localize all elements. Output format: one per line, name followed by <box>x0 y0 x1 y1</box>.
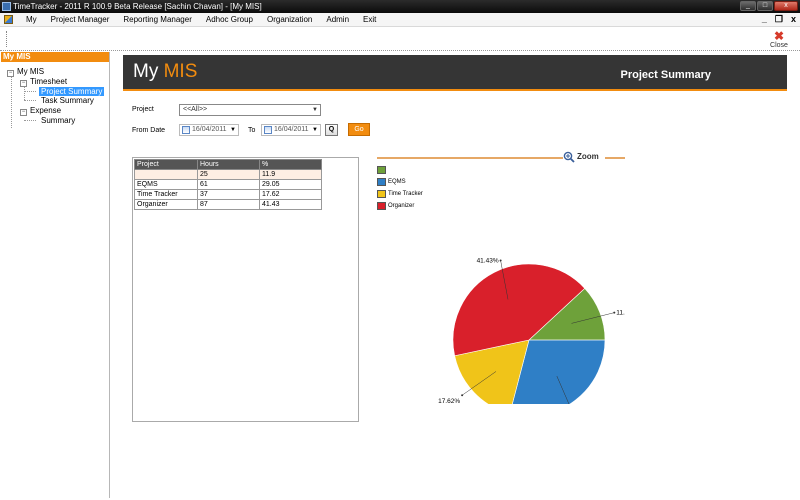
cell-project: EQMS <box>134 179 198 190</box>
menu-bar: My Project Manager Reporting Manager Adh… <box>0 13 800 27</box>
minimize-button[interactable]: _ <box>740 1 756 11</box>
table-header-row: Project Hours % <box>134 159 322 170</box>
pie-data-label: 41.43% <box>477 258 499 265</box>
project-select[interactable]: <<All>> ▼ <box>179 104 321 116</box>
table-row[interactable]: Organizer 87 41.43 <box>134 199 322 210</box>
chevron-down-icon: ▼ <box>312 107 318 113</box>
calendar-icon <box>264 126 272 134</box>
menu-admin[interactable]: Admin <box>319 15 356 24</box>
from-date-label: From Date <box>132 127 166 134</box>
table-row[interactable]: EQMS 61 29.05 <box>134 179 322 190</box>
summary-table: Project Hours % 25 11.9 EQMS 61 29.05 Ti… <box>134 159 322 210</box>
table-row[interactable]: Time Tracker 37 17.62 <box>134 189 322 200</box>
chevron-down-icon: ▼ <box>230 127 236 133</box>
from-date-picker[interactable]: 16/04/2011 ▼ <box>179 124 239 136</box>
tree-line <box>24 91 36 92</box>
column-header-project[interactable]: Project <box>134 159 198 170</box>
go-button[interactable]: Go <box>348 123 370 136</box>
tree-node-project-summary[interactable]: Project Summary <box>39 87 105 96</box>
menu-my[interactable]: My <box>19 15 44 24</box>
project-label: Project <box>132 106 154 113</box>
collapse-icon[interactable]: − <box>20 80 27 87</box>
tree-node-timesheet[interactable]: − Timesheet <box>20 77 67 87</box>
cell-percent: 11.9 <box>259 169 322 180</box>
tree-node-summary[interactable]: Summary <box>41 116 75 125</box>
close-icon: ✖ <box>773 29 785 43</box>
cell-hours: 61 <box>197 179 260 190</box>
to-date-value: 16/04/2011 <box>274 126 309 133</box>
title-bar: TimeTracker - 2011 R 100.9 Beta Release … <box>0 0 800 13</box>
menu-organization[interactable]: Organization <box>260 15 319 24</box>
tree-label: My MIS <box>17 67 45 76</box>
title-part-2: MIS <box>163 61 198 82</box>
cell-project: Organizer <box>134 199 198 210</box>
menu-project-manager[interactable]: Project Manager <box>44 15 117 24</box>
maximize-button[interactable]: □ <box>757 1 773 11</box>
project-select-value: <<All>> <box>183 106 208 113</box>
menu-reporting-manager[interactable]: Reporting Manager <box>116 15 198 24</box>
title-part-1: My <box>133 61 164 82</box>
close-window-button[interactable]: x <box>774 1 798 11</box>
collapse-icon[interactable]: − <box>20 109 27 116</box>
tree-line <box>24 100 36 101</box>
cell-percent: 17.62 <box>259 189 322 200</box>
tree-node-task-summary[interactable]: Task Summary <box>41 96 94 105</box>
mdi-close-button[interactable]: x <box>791 14 796 25</box>
pie-leader-dot <box>461 394 464 397</box>
tree-line <box>24 120 36 121</box>
page-subtitle: Project Summary <box>620 69 711 81</box>
column-header-hours[interactable]: Hours <box>197 159 260 170</box>
page-banner: My MIS Project Summary <box>123 55 787 91</box>
pie-data-label: 17.62% <box>438 398 460 404</box>
main-panel: My MIS Project Summary Project <<All>> ▼… <box>111 52 800 498</box>
tree-label: Summary <box>41 116 76 125</box>
pie-data-label: 11.90% <box>616 310 625 317</box>
cell-hours: 37 <box>197 189 260 200</box>
window-title: TimeTracker - 2011 R 100.9 Beta Release … <box>13 2 262 11</box>
tree-line <box>11 74 12 128</box>
tree-label: Task Summary <box>41 96 94 105</box>
cell-project <box>134 169 198 180</box>
cell-hours: 87 <box>197 199 260 210</box>
toolbar-grip <box>6 31 7 47</box>
to-date-label: To <box>248 127 256 134</box>
close-button[interactable]: ✖ Close <box>768 30 790 49</box>
pie-chart-area: Zoom EQMSTime TrackerOrganizer 11.90%29.… <box>375 151 625 404</box>
to-date-picker[interactable]: 16/04/2011 ▼ <box>261 124 321 136</box>
tree-label: Project Summary <box>39 87 105 96</box>
collapse-icon[interactable]: − <box>7 70 14 77</box>
cell-percent: 29.05 <box>259 179 322 190</box>
mdi-restore-button[interactable]: ❐ <box>775 14 783 25</box>
menu-exit[interactable]: Exit <box>356 15 383 24</box>
sidebar: My MIS − My MIS − Timesheet Project Summar… <box>1 52 110 498</box>
tree-label: Timesheet <box>30 77 68 86</box>
tree-node-expense[interactable]: − Expense <box>20 106 61 116</box>
summary-grid: Project Hours % 25 11.9 EQMS 61 29.05 Ti… <box>132 157 359 422</box>
pie-chart: 11.90%29.05%17.62%41.43% <box>438 258 625 404</box>
app-icon <box>2 2 11 11</box>
tree-label: Expense <box>30 106 62 115</box>
cell-percent: 41.43 <box>259 199 322 210</box>
toolbar: ✖ Close <box>0 27 800 51</box>
pie-leader-dot <box>613 311 616 314</box>
column-header-percent[interactable]: % <box>259 159 322 170</box>
pie-leader-dot <box>499 259 502 262</box>
calendar-icon <box>182 126 190 134</box>
mdi-minimize-button[interactable]: _ <box>762 14 767 25</box>
chevron-down-icon: ▼ <box>312 127 318 133</box>
menu-adhoc-group[interactable]: Adhoc Group <box>199 15 260 24</box>
close-label: Close <box>770 42 788 49</box>
q-button[interactable]: Q <box>325 124 338 136</box>
page-title: My MIS <box>133 61 197 83</box>
cell-hours: 25 <box>197 169 260 180</box>
sidebar-header: My MIS <box>1 52 109 62</box>
menu-app-icon[interactable] <box>4 15 13 24</box>
cell-project: Time Tracker <box>134 189 198 200</box>
from-date-value: 16/04/2011 <box>192 126 227 133</box>
tree-node-my-mis[interactable]: − My MIS <box>7 67 44 77</box>
table-row[interactable]: 25 11.9 <box>134 169 322 180</box>
